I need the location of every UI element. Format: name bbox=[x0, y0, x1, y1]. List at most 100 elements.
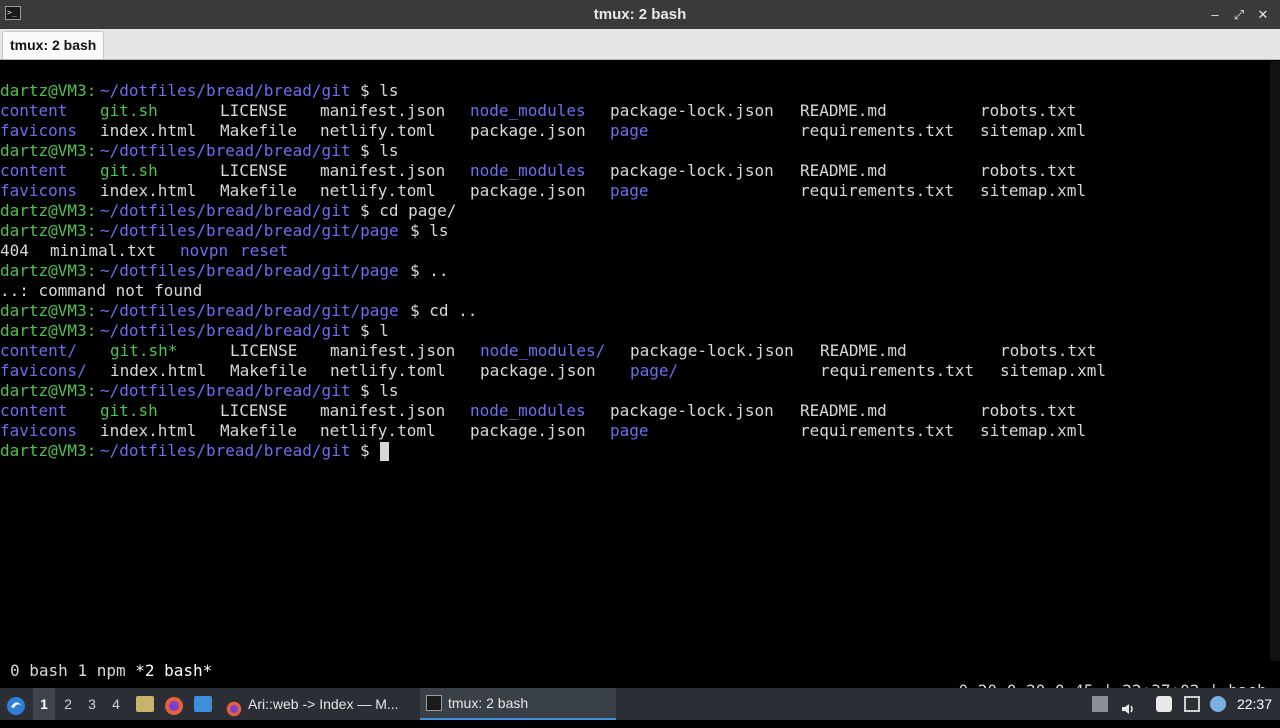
file-entry: package.json bbox=[480, 361, 596, 380]
workspace-1[interactable]: 1 bbox=[33, 688, 55, 720]
file-entry: sitemap.xml bbox=[980, 421, 1086, 440]
file-entry: page bbox=[610, 181, 649, 200]
tray-icon[interactable] bbox=[1092, 696, 1108, 712]
prompt-path: ~/dotfiles/bread/bread/git bbox=[100, 441, 351, 460]
file-entry: README.md bbox=[800, 161, 887, 180]
tmux-window-0[interactable]: 0 bash bbox=[10, 661, 68, 680]
close-icon[interactable]: ✕ bbox=[1256, 7, 1270, 22]
file-entry: package-lock.json bbox=[610, 101, 774, 120]
file-entry: favicons bbox=[0, 421, 78, 440]
terminal-cursor bbox=[380, 442, 389, 461]
prompt-command: $ cd page/ bbox=[360, 201, 457, 220]
file-entry: manifest.json bbox=[330, 341, 456, 360]
file-entry: content bbox=[0, 161, 68, 180]
file-entry: README.md bbox=[820, 341, 907, 360]
file-entry: package-lock.json bbox=[630, 341, 794, 360]
maximize-icon[interactable]: ⤢ bbox=[1232, 7, 1246, 22]
window-titlebar: >_ tmux: 2 bash – ⤢ ✕ bbox=[0, 0, 1280, 29]
file-entry: git.sh bbox=[100, 401, 158, 420]
firefox-launcher-icon[interactable] bbox=[164, 695, 184, 715]
tmux-status-bar: 0 bash 1 npm *2 bash* 0.20 0.20 0.45 | 2… bbox=[0, 661, 1280, 700]
file-entry: package.json bbox=[470, 181, 586, 200]
taskbar: 1234 Ari::web -> Index — M... tmux: 2 bas… bbox=[0, 688, 1280, 720]
network-icon[interactable] bbox=[1210, 696, 1226, 712]
file-entry: Makefile bbox=[220, 121, 298, 140]
file-entry: robots.txt bbox=[980, 401, 1077, 420]
file-entry: content bbox=[0, 401, 68, 420]
prompt-command: $ bbox=[360, 441, 380, 460]
volume-icon[interactable] bbox=[1120, 696, 1136, 714]
prompt-user-host: dartz@VM3: bbox=[0, 141, 97, 160]
prompt-path: ~/dotfiles/bread/bread/git bbox=[100, 141, 351, 160]
file-entry: index.html bbox=[100, 421, 197, 440]
terminal-scrollbar[interactable] bbox=[1270, 61, 1280, 661]
prompt-command: $ l bbox=[360, 321, 389, 340]
prompt-command: $ ls bbox=[360, 81, 399, 100]
prompt-command: $ cd .. bbox=[410, 301, 478, 320]
file-entry: index.html bbox=[110, 361, 207, 380]
file-entry: favicons/ bbox=[0, 361, 87, 380]
file-entry: novpn bbox=[180, 241, 229, 260]
terminal-output[interactable]: dartz@VM3: ~/dotfiles/bread/bread/git $ ls… bbox=[0, 81, 1270, 661]
desktop-icon[interactable] bbox=[194, 696, 212, 712]
prompt-command: $ ls bbox=[360, 141, 399, 160]
file-entry: netlify.toml bbox=[330, 361, 446, 380]
workspace-4[interactable]: 4 bbox=[105, 688, 127, 720]
file-entry: package.json bbox=[470, 121, 586, 140]
prompt-user-host: dartz@VM3: bbox=[0, 81, 97, 100]
file-entry: netlify.toml bbox=[320, 421, 436, 440]
minimize-icon[interactable]: – bbox=[1208, 7, 1222, 22]
file-manager-icon[interactable] bbox=[136, 696, 154, 712]
file-entry: page bbox=[610, 421, 649, 440]
file-entry: favicons bbox=[0, 121, 78, 140]
prompt-path: ~/dotfiles/bread/bread/git bbox=[100, 81, 351, 100]
tmux-window-1[interactable]: 1 npm bbox=[77, 661, 125, 680]
prompt-user-host: dartz@VM3: bbox=[0, 321, 97, 340]
file-entry: node_modules/ bbox=[480, 341, 606, 360]
clipboard-icon[interactable] bbox=[1156, 696, 1172, 712]
firefox-icon bbox=[226, 696, 242, 717]
file-entry: page/ bbox=[630, 361, 679, 380]
file-entry: package-lock.json bbox=[610, 161, 774, 180]
start-menu-icon[interactable] bbox=[6, 695, 26, 715]
file-entry: robots.txt bbox=[1000, 341, 1097, 360]
prompt-command: $ .. bbox=[410, 261, 449, 280]
file-entry: Makefile bbox=[230, 361, 308, 380]
file-entry: index.html bbox=[100, 121, 197, 140]
workspace-2[interactable]: 2 bbox=[57, 688, 79, 720]
file-entry: README.md bbox=[800, 101, 887, 120]
file-entry: node_modules bbox=[470, 161, 586, 180]
prompt-path: ~/dotfiles/bread/bread/git bbox=[100, 381, 351, 400]
file-entry: Makefile bbox=[220, 421, 298, 440]
terminal-icon bbox=[426, 695, 442, 711]
taskbar-task-0[interactable]: Ari::web -> Index — M... bbox=[220, 688, 418, 720]
tmux-window-list: 0 bash 1 npm *2 bash* bbox=[10, 661, 212, 681]
file-entry: netlify.toml bbox=[320, 121, 436, 140]
taskbar-task-label: Ari::web -> Index — M... bbox=[248, 696, 399, 712]
tmux-window-2[interactable]: *2 bash* bbox=[135, 661, 212, 680]
file-entry: package-lock.json bbox=[610, 401, 774, 420]
file-entry: robots.txt bbox=[980, 161, 1077, 180]
tab-bar: tmux: 2 bash bbox=[0, 29, 1280, 60]
file-entry: LICENSE bbox=[220, 401, 288, 420]
prompt-user-host: dartz@VM3: bbox=[0, 201, 97, 220]
file-entry: package.json bbox=[470, 421, 586, 440]
file-entry: node_modules bbox=[470, 401, 586, 420]
file-entry: README.md bbox=[800, 401, 887, 420]
prompt-command: $ ls bbox=[360, 381, 399, 400]
file-entry: git.sh* bbox=[110, 341, 178, 360]
display-icon[interactable] bbox=[1184, 696, 1200, 712]
file-entry: git.sh bbox=[100, 101, 158, 120]
file-entry: LICENSE bbox=[220, 161, 288, 180]
prompt-user-host: dartz@VM3: bbox=[0, 301, 97, 320]
file-entry: requirements.txt bbox=[820, 361, 975, 380]
taskbar-clock[interactable]: 22:37 bbox=[1237, 688, 1272, 720]
workspace-3[interactable]: 3 bbox=[81, 688, 103, 720]
taskbar-task-1[interactable]: tmux: 2 bash bbox=[420, 688, 616, 720]
file-entry: netlify.toml bbox=[320, 181, 436, 200]
output-text: ..: command not found bbox=[0, 281, 203, 300]
file-entry: 404 bbox=[0, 241, 29, 260]
prompt-user-host: dartz@VM3: bbox=[0, 381, 97, 400]
file-entry: sitemap.xml bbox=[980, 181, 1086, 200]
tab-tmux-2-bash[interactable]: tmux: 2 bash bbox=[2, 31, 105, 59]
